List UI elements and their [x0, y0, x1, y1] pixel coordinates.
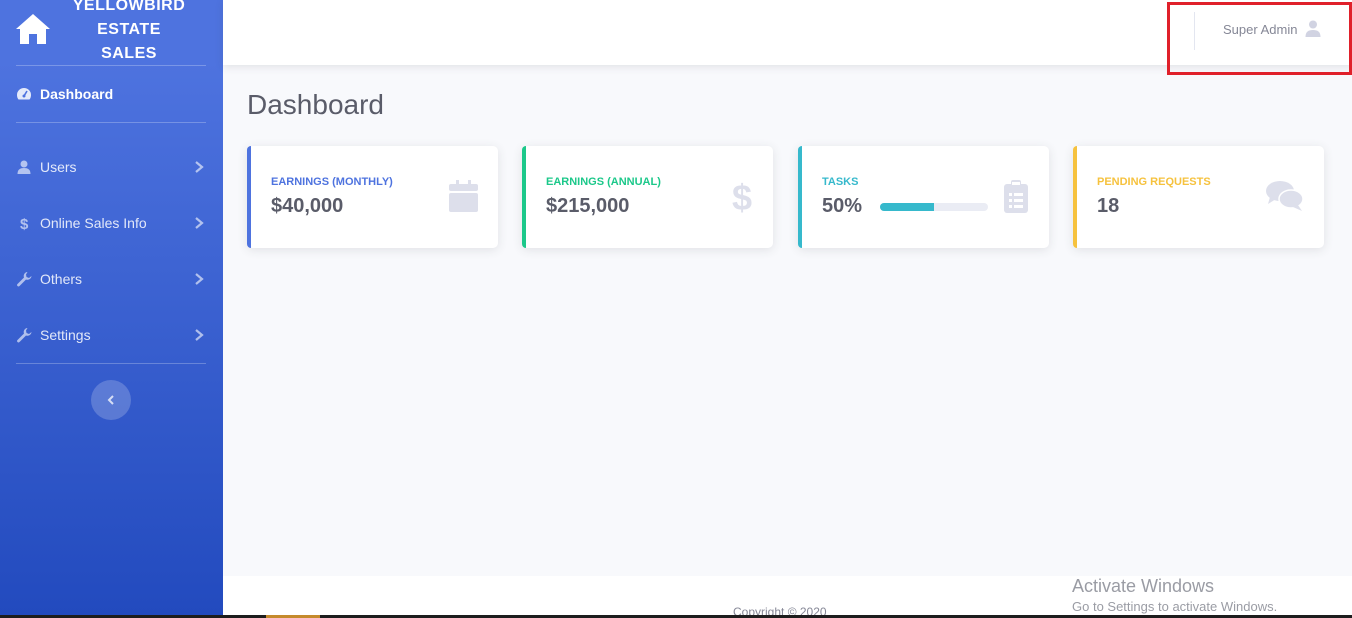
chevron-right-icon — [195, 161, 204, 173]
comments-icon — [1266, 181, 1304, 211]
watermark-title: Activate Windows — [1072, 576, 1215, 596]
brand-line-1: YELLOWBIRD — [72, 0, 186, 14]
sidebar-divider — [16, 363, 206, 364]
card-label: Tasks — [822, 176, 859, 188]
sidebar-item-settings[interactable]: Settings — [0, 315, 223, 355]
watermark-subtitle: Go to Settings to activate Windows. — [1072, 599, 1278, 614]
tachometer-icon — [16, 88, 32, 100]
sidebar-item-label: Settings — [40, 327, 91, 343]
brand-name: YELLOWBIRD ESTATE SALES — [66, 0, 192, 66]
sidebar-item-label: Online Sales Info — [40, 215, 147, 231]
card-earnings-annual: Earnings (Annual) $215,000 $ — [522, 146, 773, 248]
sidebar-item-online-sales-info[interactable]: $ Online Sales Info — [0, 203, 223, 243]
user-icon — [17, 160, 31, 174]
activate-windows-watermark: Activate Windows Go to Settings to activ… — [1072, 576, 1277, 614]
sidebar-divider — [16, 122, 206, 123]
sidebar-item-label: Dashboard — [40, 86, 114, 102]
highlight-box — [1167, 2, 1352, 75]
tasks-progress-fill — [880, 203, 934, 211]
wrench-icon — [17, 328, 32, 343]
card-tasks: Tasks 50% — [798, 146, 1049, 248]
card-accent-bar — [522, 146, 526, 248]
chevron-right-icon — [195, 217, 204, 229]
dollar-icon: $ — [732, 180, 752, 214]
chevron-left-icon — [107, 395, 114, 405]
chevron-right-icon — [195, 329, 204, 341]
chevron-right-icon — [195, 273, 204, 285]
card-value: $215,000 — [546, 195, 630, 217]
sidebar-item-others[interactable]: Others — [0, 259, 223, 299]
card-accent-bar — [247, 146, 251, 248]
tasks-progress-bar — [880, 203, 988, 211]
card-label: Earnings (Annual) — [546, 176, 661, 188]
card-earnings-monthly: Earnings (Monthly) $40,000 — [247, 146, 498, 248]
card-accent-bar — [798, 146, 802, 248]
svg-text:$: $ — [732, 180, 752, 214]
sidebar-toggle-button[interactable] — [91, 380, 131, 420]
sidebar: YELLOWBIRD ESTATE SALES Dashboard Users … — [0, 0, 223, 618]
page-title: Dashboard — [247, 89, 384, 120]
sidebar-item-label: Others — [40, 271, 83, 287]
calendar-icon — [449, 180, 478, 212]
clipboard-list-icon — [1004, 180, 1028, 213]
brand-link[interactable]: YELLOWBIRD ESTATE SALES — [0, 0, 223, 66]
wrench-icon — [17, 272, 32, 287]
sidebar-divider — [16, 65, 206, 66]
sidebar-item-users[interactable]: Users — [0, 147, 223, 187]
brand-line-2: ESTATE — [97, 21, 161, 38]
card-pending-requests: Pending Requests 18 — [1073, 146, 1324, 248]
card-label: Earnings (Monthly) — [271, 176, 393, 188]
sidebar-item-dashboard[interactable]: Dashboard — [0, 74, 223, 114]
brand-line-3: SALES — [101, 45, 157, 62]
dollar-icon: $ — [20, 216, 29, 231]
card-label: Pending Requests — [1097, 176, 1211, 188]
svg-text:$: $ — [20, 216, 29, 231]
card-value: 18 — [1097, 195, 1120, 217]
card-accent-bar — [1073, 146, 1077, 248]
card-value: 50% — [822, 195, 863, 217]
sidebar-item-label: Users — [40, 159, 77, 175]
card-value: $40,000 — [271, 195, 344, 217]
home-icon — [16, 14, 50, 44]
